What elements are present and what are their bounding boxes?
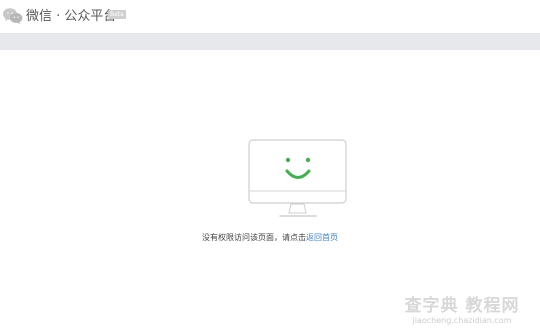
watermark-url: jiaocheng.chazidian.com bbox=[412, 316, 512, 325]
return-home-link[interactable]: 返回首页 bbox=[306, 233, 338, 242]
page: 微信 · 公众平台 Beta 没有权限访问该页面，请点击返回首页 查字典 教程网… bbox=[0, 0, 540, 330]
permission-message-text: 没有权限访问该页面，请点击 bbox=[202, 233, 306, 242]
beta-badge: Beta bbox=[108, 10, 126, 19]
watermark: 查字典 教程网 jiaocheng.chazidian.com bbox=[397, 297, 527, 326]
watermark-title: 查字典 教程网 bbox=[404, 296, 520, 316]
permission-message: 没有权限访问该页面，请点击返回首页 bbox=[0, 233, 540, 243]
brand-title[interactable]: 微信 · 公众平台 bbox=[26, 9, 116, 24]
wechat-logo-icon[interactable] bbox=[2, 7, 24, 25]
navigation-bar bbox=[0, 33, 540, 50]
header: 微信 · 公众平台 Beta bbox=[0, 0, 540, 33]
smiling-monitor-icon bbox=[248, 139, 347, 217]
